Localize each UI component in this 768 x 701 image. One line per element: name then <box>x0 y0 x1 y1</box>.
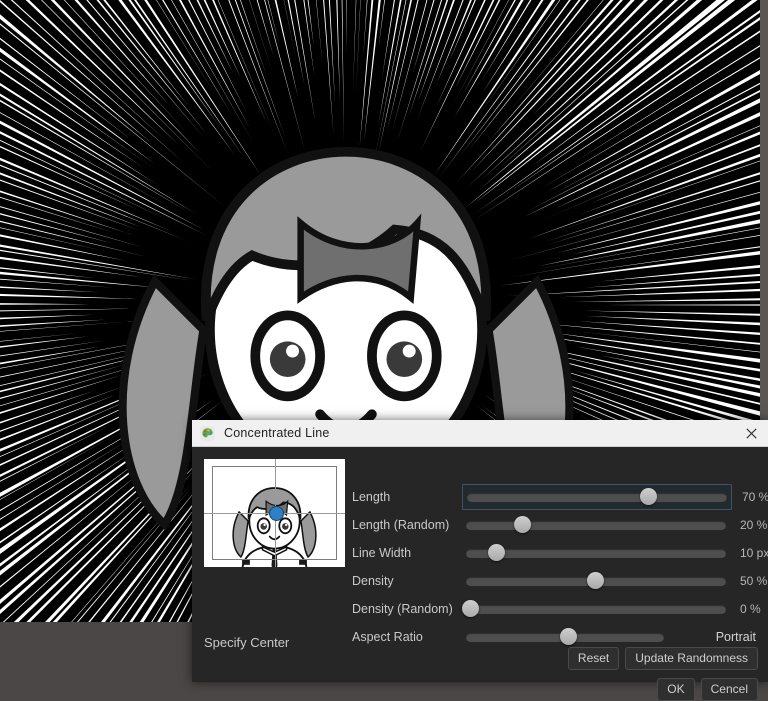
slider-value: 70 % <box>742 490 768 504</box>
dialog-title: Concentrated Line <box>224 426 330 440</box>
slider-track[interactable] <box>466 628 664 645</box>
slider-rows: Length 70 % Length (Random) 20 % Line Width 1… <box>352 483 768 651</box>
slider-control[interactable] <box>462 596 730 622</box>
slider-row: Density 50 % <box>352 567 767 595</box>
dialog-body: Specify Center Length 70 % Length (Random)… <box>192 447 768 701</box>
slider-knob[interactable] <box>640 488 657 505</box>
cancel-button[interactable]: Cencel <box>700 678 758 701</box>
primary-button-row: OK Cencel <box>657 678 758 701</box>
slider-label: Length (Random) <box>352 518 450 532</box>
color-palette-icon <box>200 425 215 441</box>
slider-value: 50 % <box>740 574 768 588</box>
aspect-ratio-mode-label: Portrait <box>715 630 756 644</box>
slider-row: Length (Random) 20 % <box>352 511 767 539</box>
slider-knob[interactable] <box>462 600 480 617</box>
slider-control[interactable] <box>462 568 730 594</box>
concentrated-line-dialog: Concentrated Line Specify Center Length … <box>192 420 768 701</box>
slider-control[interactable] <box>462 512 730 538</box>
slider-label: Aspect Ratio <box>352 630 423 644</box>
slider-label: Density (Random) <box>352 602 453 616</box>
slider-track[interactable] <box>466 544 726 561</box>
slider-label: Density <box>352 574 394 588</box>
dialog-titlebar[interactable]: Concentrated Line <box>192 420 768 447</box>
slider-knob[interactable] <box>514 516 532 533</box>
secondary-button-row: Reset Update Randomness <box>567 647 758 670</box>
slider-value: 20 % <box>740 518 768 532</box>
specify-center-label: Specify Center <box>204 635 290 650</box>
slider-label: Length <box>352 490 391 504</box>
close-icon[interactable] <box>734 420 768 447</box>
slider-track[interactable] <box>466 572 726 589</box>
specify-center-preview[interactable] <box>204 459 345 567</box>
slider-row: Density (Random) 0 % <box>352 595 761 623</box>
slider-value: 10 px <box>740 546 768 560</box>
slider-track[interactable] <box>462 600 726 617</box>
slider-control[interactable] <box>462 484 732 510</box>
slider-track[interactable] <box>467 488 727 505</box>
slider-row: Line Width 10 px <box>352 539 768 567</box>
ok-button[interactable]: OK <box>657 678 695 701</box>
slider-knob[interactable] <box>587 572 604 589</box>
slider-knob[interactable] <box>488 544 506 561</box>
slider-track[interactable] <box>466 516 726 533</box>
reset-button[interactable]: Reset <box>567 647 620 670</box>
slider-knob[interactable] <box>559 628 577 645</box>
slider-value: 0 % <box>740 602 761 616</box>
slider-row: Length 70 % <box>352 483 768 511</box>
slider-label: Line Width <box>352 546 412 560</box>
center-preview-wrap <box>204 459 345 567</box>
preview-center-marker[interactable] <box>268 506 284 521</box>
slider-control[interactable] <box>462 540 730 566</box>
update-randomness-button[interactable]: Update Randomness <box>625 647 758 670</box>
